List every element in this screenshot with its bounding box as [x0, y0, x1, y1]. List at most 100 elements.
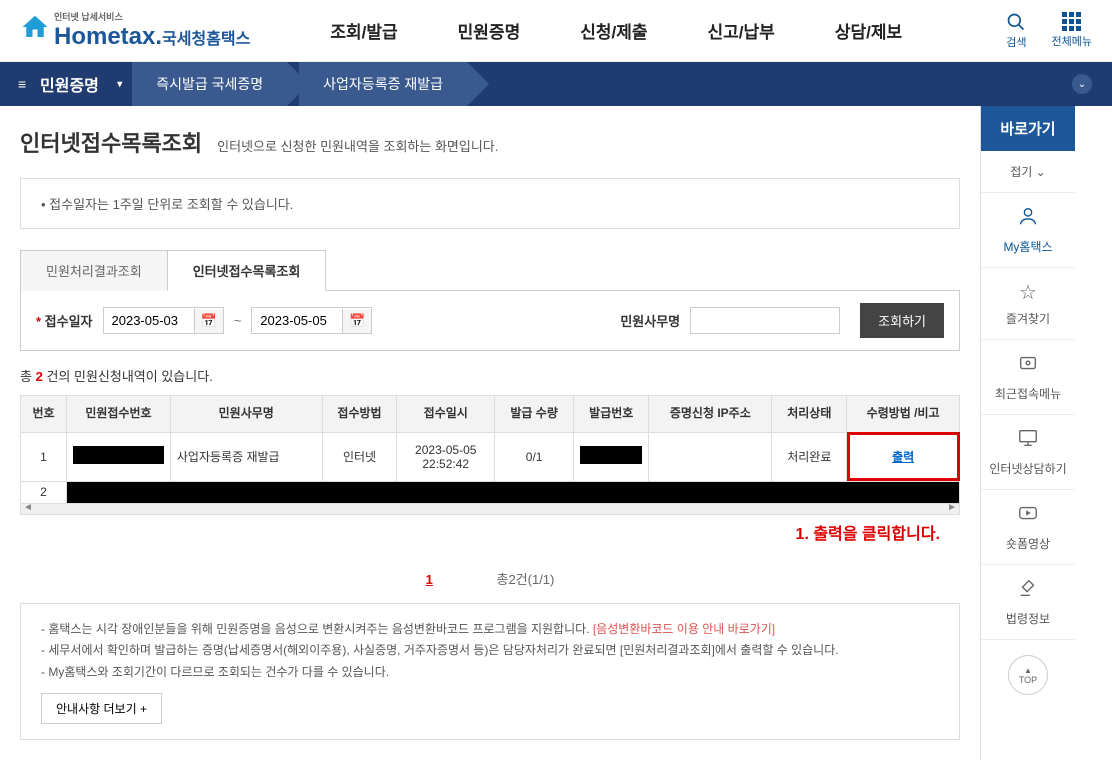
redacted — [580, 446, 642, 464]
cell-ip — [649, 432, 772, 481]
nav-item-consult[interactable]: 상담/제보 — [835, 18, 902, 43]
breadcrumb-item-1[interactable]: 즉시발급 국세증명 — [132, 62, 287, 106]
date-to-wrap: 📅 — [251, 307, 372, 334]
more-info-button[interactable]: 안내사항 더보기 + — [41, 693, 162, 724]
redacted — [73, 446, 164, 464]
sidebar-item-recent[interactable]: 최근접속메뉴 — [981, 340, 1075, 415]
page-header: 인터넷접수목록조회 인터넷으로 신청한 민원내역을 조회하는 화면입니다. — [20, 126, 960, 158]
cell-method: 인터넷 — [322, 432, 397, 481]
col-qty: 발급 수량 — [495, 396, 574, 433]
sidebar-item-label: 인터넷상담하기 — [989, 462, 1066, 476]
monitor-icon — [986, 427, 1070, 455]
name-input[interactable] — [690, 307, 840, 334]
nav-item-cert[interactable]: 민원증명 — [458, 18, 521, 43]
cell-no: 2 — [21, 481, 67, 503]
sidebar-item-label: 즐겨찾기 — [1006, 312, 1050, 326]
page-title: 인터넷접수목록조회 — [20, 126, 202, 158]
sidebar-title: 바로가기 — [981, 106, 1075, 151]
horizontal-scrollbar[interactable] — [20, 503, 960, 515]
table-row: 1 사업자등록증 재발급 인터넷 2023-05-05 22:52:42 0/1… — [21, 432, 960, 481]
tab-internet[interactable]: 인터넷접수목록조회 — [167, 250, 327, 291]
cell-status: 처리완료 — [772, 432, 847, 481]
gavel-icon — [986, 577, 1070, 605]
breadcrumb-dropdown[interactable]: 민원증명 — [0, 62, 132, 106]
sidebar-item-label: 숏폼영상 — [1006, 537, 1050, 551]
date-to-input[interactable] — [252, 308, 342, 333]
date-sep: ~ — [234, 313, 242, 328]
sidebar-item-label: 접기 ⌄ — [1010, 165, 1045, 179]
search-button[interactable]: 검색 — [1006, 12, 1026, 50]
table-row: 2 — [21, 481, 960, 503]
search-form: 접수일자 📅 ~ 📅 민원사무명 조회하기 — [20, 291, 960, 351]
header: 인터넷 납세서비스 Hometax.국세청홈택스 조회/발급 민원증명 신청/제… — [0, 0, 1112, 62]
sidebar-item-consult[interactable]: 인터넷상담하기 — [981, 415, 1075, 490]
sidebar-item-favorite[interactable]: ☆ 즐겨찾기 — [981, 268, 1075, 340]
calendar-icon[interactable]: 📅 — [342, 309, 371, 333]
note-line-2: - 세무서에서 확인하며 발급하는 증명(납세증명서(해외이주용), 사실증명,… — [41, 640, 939, 662]
result-table: 번호 민원접수번호 민원사무명 접수방법 접수일시 발급 수량 발급번호 증명신… — [20, 395, 960, 504]
nav-item-report[interactable]: 신고/납부 — [708, 18, 775, 43]
page-desc: 인터넷으로 신청한 민원내역을 조회하는 화면입니다. — [217, 136, 498, 155]
col-action: 수령방법 /비고 — [847, 396, 960, 433]
result-count: 총 2 건의 민원신청내역이 있습니다. — [20, 366, 960, 385]
header-icons: 검색 전체메뉴 — [1006, 12, 1092, 50]
sidebar-item-law[interactable]: 법령정보 — [981, 565, 1075, 640]
col-ip: 증명신청 IP주소 — [649, 396, 772, 433]
cell-name: 사업자등록증 재발급 — [170, 432, 322, 481]
redacted-row — [67, 481, 960, 503]
sidebar-item-collapse[interactable]: 접기 ⌄ — [981, 151, 1075, 193]
page-number[interactable]: 1 — [426, 572, 433, 587]
pagination: 1 총2건(1/1) — [20, 569, 960, 588]
sidebar-item-label: 최근접속메뉴 — [995, 387, 1061, 401]
col-status: 처리상태 — [772, 396, 847, 433]
date-from-input[interactable] — [104, 308, 194, 333]
breadcrumb-close[interactable]: ⌄ — [1072, 74, 1092, 94]
logo-main: Hometax. — [54, 23, 162, 50]
breadcrumb-item-2[interactable]: 사업자등록증 재발급 — [299, 62, 467, 106]
output-link[interactable]: 출력 — [892, 450, 914, 464]
name-label: 민원사무명 — [620, 311, 680, 330]
col-no: 번호 — [21, 396, 67, 433]
sidebar-item-label: 법령정보 — [1006, 612, 1050, 626]
play-icon — [986, 502, 1070, 530]
cell-action: 출력 — [847, 432, 960, 481]
search-button[interactable]: 조회하기 — [860, 303, 944, 338]
sidebar-item-myhometax[interactable]: My홈택스 — [981, 193, 1075, 268]
cell-datetime: 2023-05-05 22:52:42 — [397, 432, 495, 481]
cell-qty: 0/1 — [495, 432, 574, 481]
col-recvno: 민원접수번호 — [67, 396, 171, 433]
calendar-icon[interactable]: 📅 — [194, 309, 223, 333]
sidebar-item-shortform[interactable]: 숏폼영상 — [981, 490, 1075, 565]
cell-no: 1 — [21, 432, 67, 481]
tabs: 민원처리결과조회 인터넷접수목록조회 — [20, 249, 960, 291]
scroll-top-button[interactable]: TOP — [1008, 655, 1048, 695]
logo-tagline: 인터넷 납세서비스 — [54, 10, 250, 23]
grid-icon — [1062, 12, 1081, 31]
allmenu-label: 전체메뉴 — [1052, 33, 1092, 49]
nav-item-apply[interactable]: 신청/제출 — [580, 18, 647, 43]
cell-issueno — [574, 432, 649, 481]
voice-barcode-link[interactable]: [음성변환바코드 이용 안내 바로가기] — [593, 622, 775, 636]
main-content: 인터넷접수목록조회 인터넷으로 신청한 민원내역을 조회하는 화면입니다. 접수… — [0, 106, 980, 760]
logo[interactable]: 인터넷 납세서비스 Hometax.국세청홈택스 — [20, 10, 250, 51]
page-info: 총2건(1/1) — [496, 572, 554, 587]
tab-result[interactable]: 민원처리결과조회 — [20, 250, 168, 291]
breadcrumb: 민원증명 즉시발급 국세증명 사업자등록증 재발급 ⌄ — [0, 62, 1112, 106]
search-icon — [1006, 12, 1026, 32]
top-label: TOP — [1019, 675, 1037, 685]
col-issueno: 발급번호 — [574, 396, 649, 433]
sidebar-item-label: My홈택스 — [1003, 240, 1052, 254]
note-line-3: - My홈택스와 조회기간이 다르므로 조회되는 건수가 다를 수 있습니다. — [41, 662, 939, 684]
col-method: 접수방법 — [322, 396, 397, 433]
annotation-text: 1. 출력을 클릭합니다. — [20, 515, 960, 554]
info-box: 접수일자는 1주일 단위로 조회할 수 있습니다. — [20, 178, 960, 229]
notes-box: - 홈택스는 시각 장애인분들을 위해 민원증명을 음성으로 변환시켜주는 음성… — [20, 603, 960, 741]
recent-icon — [986, 352, 1070, 380]
allmenu-button[interactable]: 전체메뉴 — [1052, 12, 1092, 49]
sidebar: 바로가기 접기 ⌄ My홈택스 ☆ 즐겨찾기 최근접속메뉴 인터넷상담하기 숏폼… — [980, 106, 1075, 760]
nav-item-lookup[interactable]: 조회/발급 — [330, 18, 397, 43]
home-icon — [20, 12, 50, 49]
date-label: 접수일자 — [36, 311, 93, 330]
star-icon: ☆ — [986, 280, 1070, 305]
col-name: 민원사무명 — [170, 396, 322, 433]
